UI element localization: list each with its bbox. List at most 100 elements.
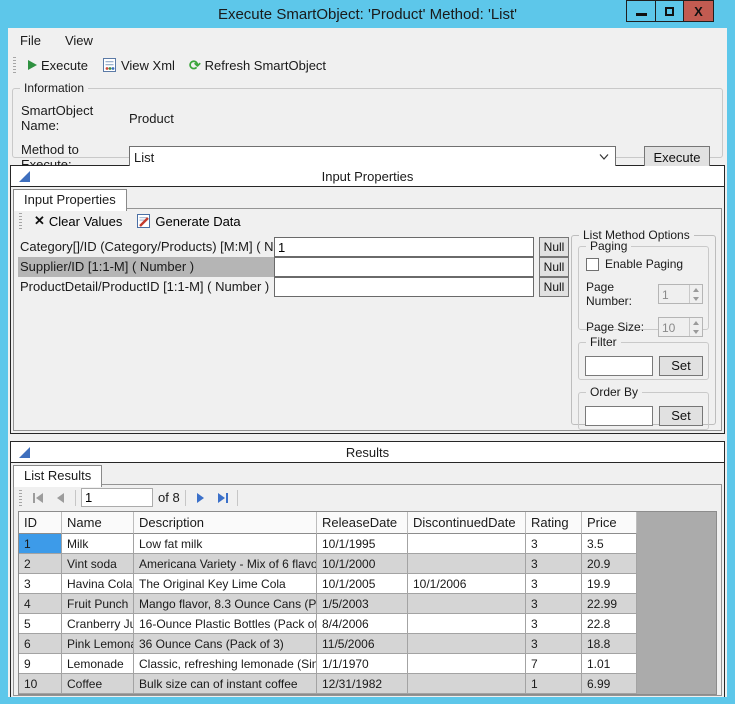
column-header[interactable]: DiscontinuedDate bbox=[408, 512, 526, 534]
page-size-stepper[interactable]: 10 bbox=[658, 317, 703, 337]
page-number-stepper[interactable]: 1 bbox=[658, 284, 703, 304]
grid-cell[interactable]: Americana Variety - Mix of 6 flavors bbox=[134, 554, 317, 574]
tab-input-properties[interactable]: Input Properties bbox=[13, 189, 127, 211]
grid-cell[interactable]: Low fat milk bbox=[134, 534, 317, 554]
spin-down-icon[interactable] bbox=[690, 327, 702, 336]
null-button[interactable]: Null bbox=[539, 257, 569, 277]
grid-cell[interactable]: 3 bbox=[526, 634, 582, 654]
order-by-set-button[interactable]: Set bbox=[659, 406, 703, 426]
grid-cell[interactable] bbox=[408, 534, 526, 554]
grid-cell[interactable]: Fruit Punch bbox=[62, 594, 134, 614]
grid-cell[interactable]: 3 bbox=[526, 554, 582, 574]
grid-cell[interactable]: Bulk size can of instant coffee bbox=[134, 674, 317, 694]
grid-cell[interactable] bbox=[408, 654, 526, 674]
input-properties-section-header[interactable]: Input Properties bbox=[11, 166, 724, 187]
grid-cell[interactable]: 10 bbox=[19, 674, 62, 694]
table-row[interactable]: 3Havina ColaThe Original Key Lime Cola10… bbox=[19, 574, 716, 594]
column-header[interactable]: Price bbox=[582, 512, 637, 534]
close-button[interactable]: X bbox=[683, 1, 713, 21]
parameter-label[interactable]: Supplier/ID [1:1-M] ( Number ) bbox=[18, 257, 274, 277]
parameter-value-input[interactable] bbox=[274, 277, 534, 297]
parameter-label[interactable]: ProductDetail/ProductID [1:1-M] ( Number… bbox=[18, 277, 274, 297]
table-row[interactable]: 2Vint sodaAmericana Variety - Mix of 6 f… bbox=[19, 554, 716, 574]
previous-page-button[interactable] bbox=[52, 488, 70, 508]
grid-cell[interactable]: Coffee bbox=[62, 674, 134, 694]
grid-cell[interactable]: Mango flavor, 8.3 Ounce Cans (Pack of 24… bbox=[134, 594, 317, 614]
grid-cell[interactable]: 11/5/2006 bbox=[317, 634, 408, 654]
refresh-smartobject-button[interactable]: ⟳ Refresh SmartObject bbox=[185, 56, 330, 75]
grid-cell[interactable]: 20.9 bbox=[582, 554, 637, 574]
first-page-button[interactable] bbox=[29, 488, 47, 508]
grid-cell[interactable]: The Original Key Lime Cola bbox=[134, 574, 317, 594]
grid-cell[interactable]: Havina Cola bbox=[62, 574, 134, 594]
method-select[interactable]: List bbox=[129, 146, 616, 168]
table-row[interactable]: 10CoffeeBulk size can of instant coffee1… bbox=[19, 674, 716, 694]
current-page-input[interactable] bbox=[81, 488, 153, 507]
grid-cell[interactable]: 3 bbox=[526, 574, 582, 594]
grid-cell[interactable] bbox=[408, 614, 526, 634]
column-header[interactable]: Rating bbox=[526, 512, 582, 534]
filter-set-button[interactable]: Set bbox=[659, 356, 703, 376]
table-row[interactable]: 9LemonadeClassic, refreshing lemonade (S… bbox=[19, 654, 716, 674]
grid-cell[interactable]: Cranberry Juice bbox=[62, 614, 134, 634]
grid-cell[interactable]: 10/1/2005 bbox=[317, 574, 408, 594]
grid-cell[interactable]: 36 Ounce Cans (Pack of 3) bbox=[134, 634, 317, 654]
grid-cell[interactable]: 1 bbox=[19, 534, 62, 554]
spin-up-icon[interactable] bbox=[690, 285, 702, 294]
table-row[interactable]: 5Cranberry Juice16-Ounce Plastic Bottles… bbox=[19, 614, 716, 634]
grid-cell[interactable]: 5 bbox=[19, 614, 62, 634]
grid-cell[interactable]: 1.01 bbox=[582, 654, 637, 674]
grid-cell[interactable]: 16-Ounce Plastic Bottles (Pack of 12) bbox=[134, 614, 317, 634]
clear-values-button[interactable]: ✕ Clear Values bbox=[30, 211, 126, 231]
parameter-value-input[interactable] bbox=[274, 237, 534, 257]
grid-cell[interactable]: 3 bbox=[526, 614, 582, 634]
filter-input[interactable] bbox=[585, 356, 653, 376]
column-header[interactable]: Name bbox=[62, 512, 134, 534]
table-row[interactable]: 1MilkLow fat milk10/1/199533.5 bbox=[19, 534, 716, 554]
grid-cell[interactable] bbox=[408, 594, 526, 614]
grid-cell[interactable]: 2 bbox=[19, 554, 62, 574]
spin-down-icon[interactable] bbox=[690, 294, 702, 303]
grid-cell[interactable]: Classic, refreshing lemonade (Single bot… bbox=[134, 654, 317, 674]
grid-cell[interactable]: 10/1/1995 bbox=[317, 534, 408, 554]
generate-data-button[interactable]: Generate Data bbox=[132, 211, 244, 231]
maximize-button[interactable] bbox=[655, 1, 683, 21]
grid-cell[interactable]: 4 bbox=[19, 594, 62, 614]
grid-cell[interactable] bbox=[408, 634, 526, 654]
grid-cell[interactable]: 10/1/2000 bbox=[317, 554, 408, 574]
grid-cell[interactable]: 3 bbox=[526, 594, 582, 614]
grid-cell[interactable] bbox=[408, 554, 526, 574]
grid-cell[interactable]: 6 bbox=[19, 634, 62, 654]
execute-method-button[interactable]: Execute bbox=[644, 146, 710, 168]
grid-cell[interactable]: 12/31/1982 bbox=[317, 674, 408, 694]
column-header[interactable]: ID bbox=[19, 512, 62, 534]
last-page-button[interactable] bbox=[214, 488, 232, 508]
grid-cell[interactable]: 18.8 bbox=[582, 634, 637, 654]
grid-cell[interactable]: 1/5/2003 bbox=[317, 594, 408, 614]
grid-cell[interactable]: 3 bbox=[19, 574, 62, 594]
menu-file[interactable]: File bbox=[20, 33, 41, 48]
grid-cell[interactable]: 3 bbox=[526, 534, 582, 554]
results-section-header[interactable]: Results bbox=[11, 442, 724, 463]
grid-cell[interactable]: 22.99 bbox=[582, 594, 637, 614]
grid-cell[interactable] bbox=[408, 674, 526, 694]
column-header[interactable]: ReleaseDate bbox=[317, 512, 408, 534]
grid-cell[interactable]: Vint soda bbox=[62, 554, 134, 574]
enable-paging-checkbox[interactable] bbox=[586, 258, 599, 271]
grid-cell[interactable]: 1 bbox=[526, 674, 582, 694]
grid-cell[interactable]: 19.9 bbox=[582, 574, 637, 594]
tab-list-results[interactable]: List Results bbox=[13, 465, 102, 487]
grid-cell[interactable]: 10/1/2006 bbox=[408, 574, 526, 594]
null-button[interactable]: Null bbox=[539, 237, 569, 257]
minimize-button[interactable] bbox=[627, 1, 655, 21]
grid-cell[interactable]: 8/4/2006 bbox=[317, 614, 408, 634]
column-header[interactable]: Description bbox=[134, 512, 317, 534]
null-button[interactable]: Null bbox=[539, 277, 569, 297]
grid-cell[interactable]: 6.99 bbox=[582, 674, 637, 694]
grid-cell[interactable]: 1/1/1970 bbox=[317, 654, 408, 674]
parameter-label[interactable]: Category[]/ID (Category/Products) [M:M] … bbox=[18, 237, 274, 257]
view-xml-button[interactable]: View Xml bbox=[98, 55, 179, 75]
grid-cell[interactable]: 22.8 bbox=[582, 614, 637, 634]
table-row[interactable]: 4Fruit PunchMango flavor, 8.3 Ounce Cans… bbox=[19, 594, 716, 614]
order-by-input[interactable] bbox=[585, 406, 653, 426]
